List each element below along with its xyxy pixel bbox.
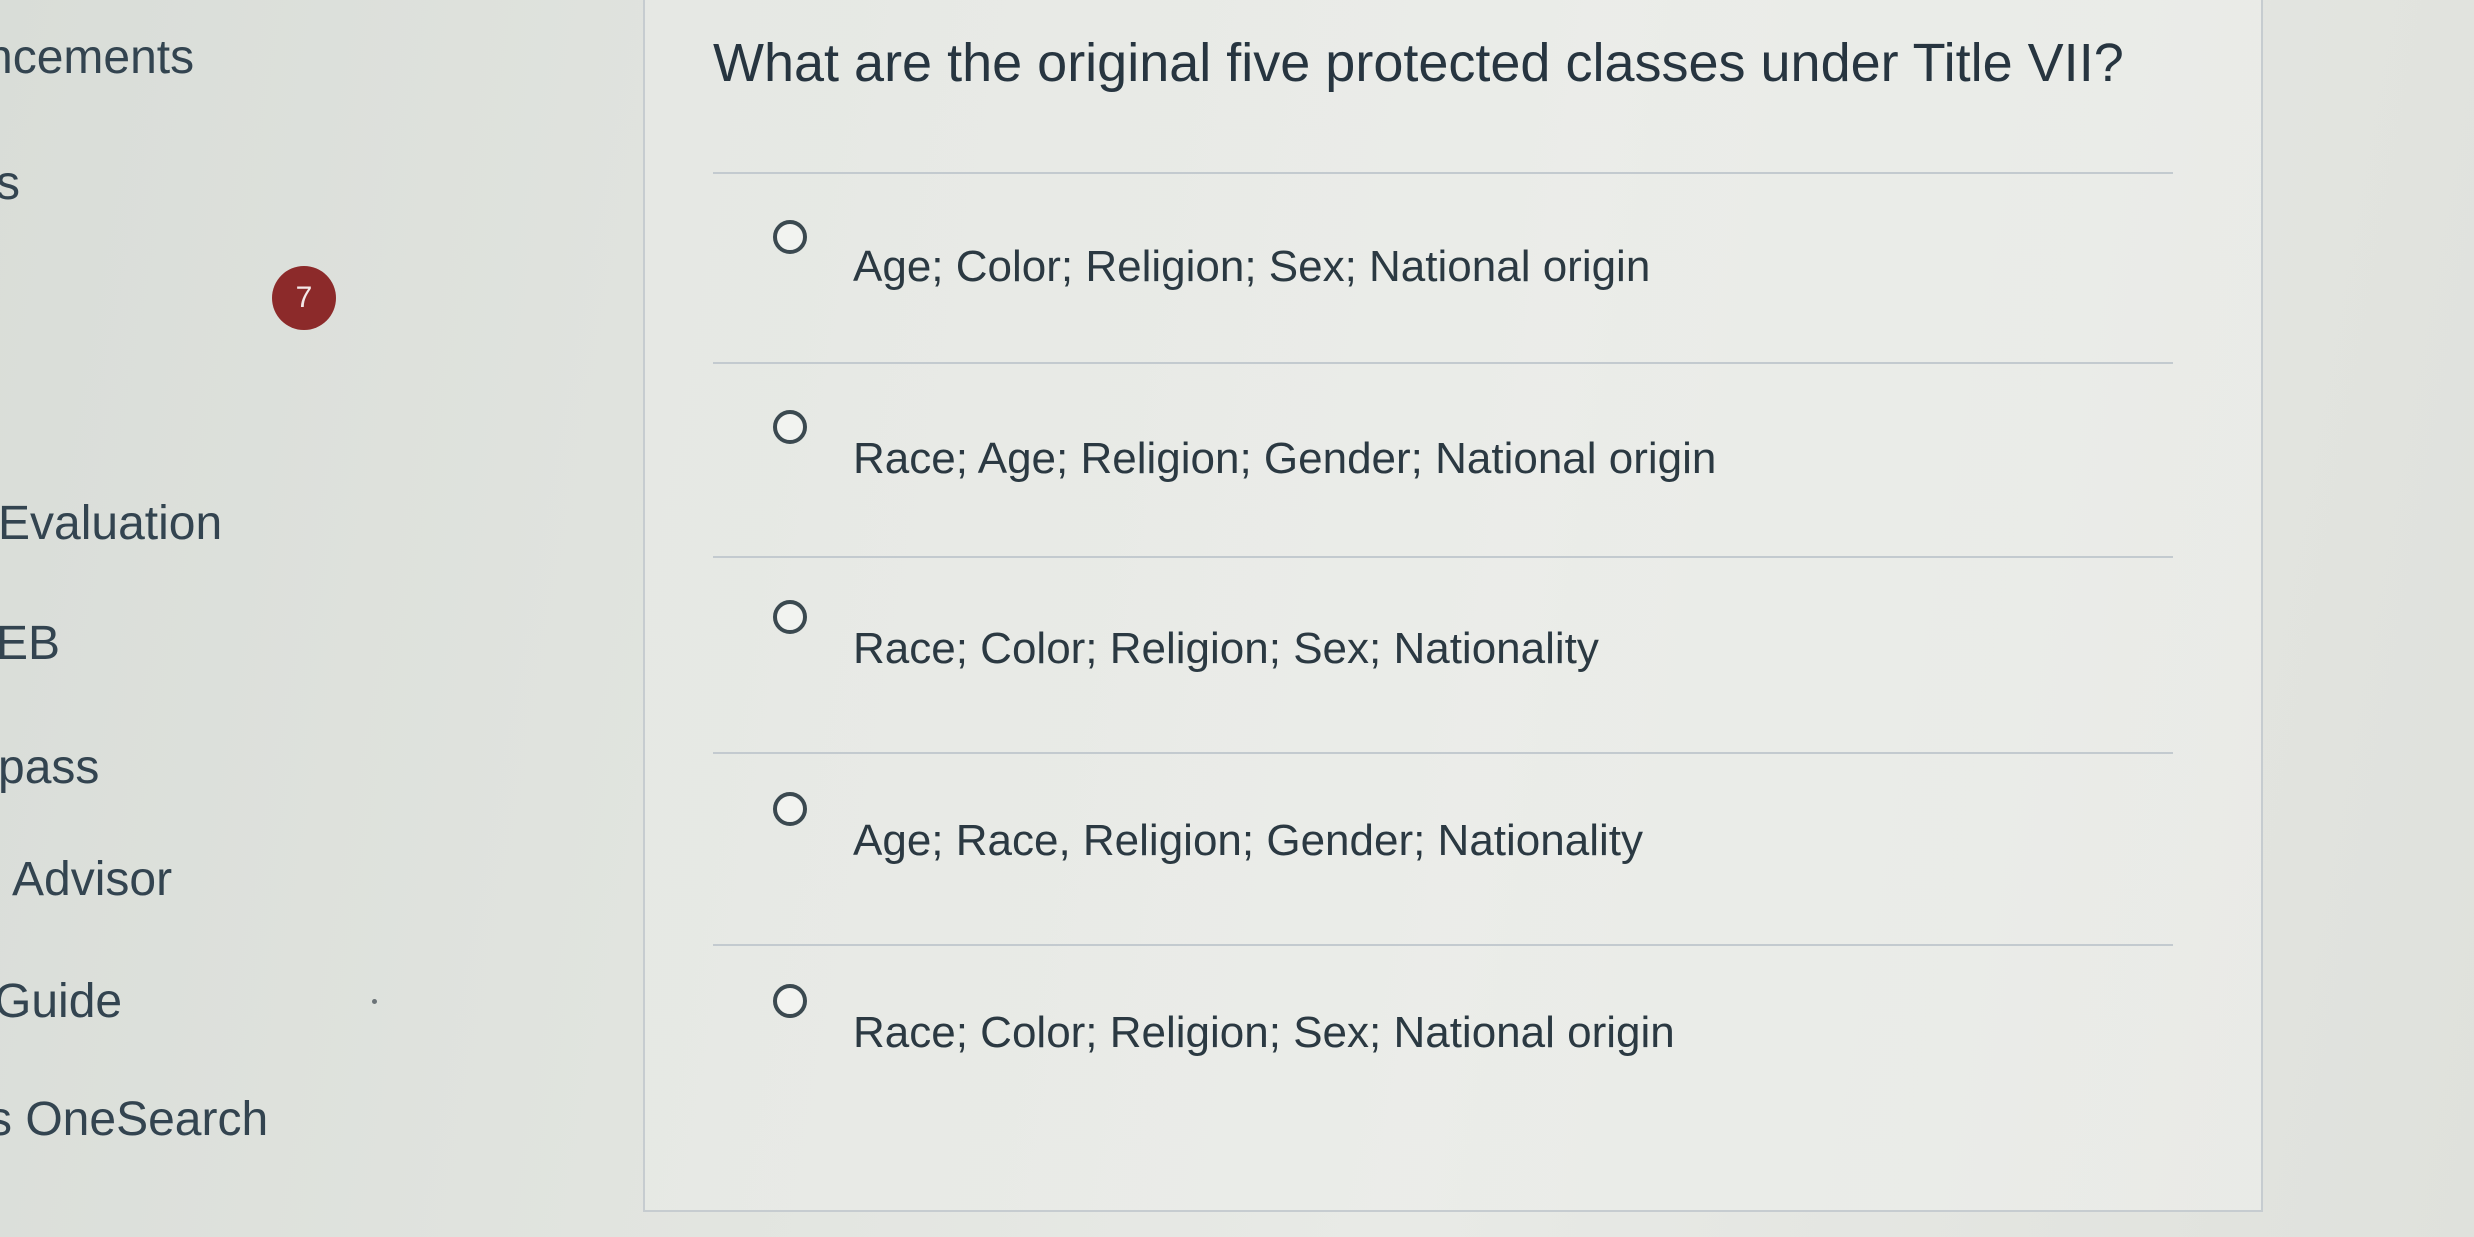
answer-label: Age; Race, Religion; Gender; Nationality (853, 816, 1643, 865)
question-card: What are the original five protected cla… (643, 0, 2263, 1212)
decorative-dot (372, 999, 377, 1004)
answer-option-5[interactable]: Race; Color; Religion; Sex; National ori… (713, 984, 2173, 1134)
radio-button-icon[interactable] (773, 600, 807, 634)
nav-item-guide[interactable]: Guide (0, 974, 122, 1029)
nav-item-s[interactable]: s (0, 156, 20, 211)
answer-divider (713, 944, 2173, 946)
nav-item-evaluation[interactable]: Evaluation (0, 496, 222, 551)
nav-item-onesearch[interactable]: s OneSearch (0, 1092, 268, 1147)
answer-label: Race; Age; Religion; Gender; National or… (853, 434, 1717, 483)
answer-divider (713, 362, 2173, 364)
course-navigation: ncements s 7 Evaluation EB pass Advisor … (0, 0, 620, 1237)
answer-option-2[interactable]: Race; Age; Religion; Gender; National or… (713, 406, 2173, 556)
radio-button-icon[interactable] (773, 792, 807, 826)
question-divider (713, 172, 2173, 174)
answer-label: Age; Color; Religion; Sex; National orig… (853, 242, 1651, 291)
radio-button-icon[interactable] (773, 410, 807, 444)
radio-button-icon[interactable] (773, 984, 807, 1018)
answer-divider (713, 752, 2173, 754)
answer-divider (713, 556, 2173, 558)
nav-item-announcements[interactable]: ncements (0, 30, 194, 85)
nav-item-advisor[interactable]: Advisor (12, 852, 172, 907)
answer-option-1[interactable]: Age; Color; Religion; Sex; National orig… (713, 214, 2173, 364)
radio-button-icon[interactable] (773, 220, 807, 254)
question-text: What are the original five protected cla… (713, 33, 2124, 93)
nav-item-compass[interactable]: pass (0, 740, 99, 795)
notification-count-badge: 7 (272, 266, 336, 330)
answer-label: Race; Color; Religion; Sex; National ori… (853, 1008, 1675, 1057)
nav-item-eb[interactable]: EB (0, 616, 60, 671)
answer-option-3[interactable]: Race; Color; Religion; Sex; Nationality (713, 600, 2173, 750)
answer-option-4[interactable]: Age; Race, Religion; Gender; Nationality (713, 792, 2173, 942)
answer-label: Race; Color; Religion; Sex; Nationality (853, 624, 1599, 673)
